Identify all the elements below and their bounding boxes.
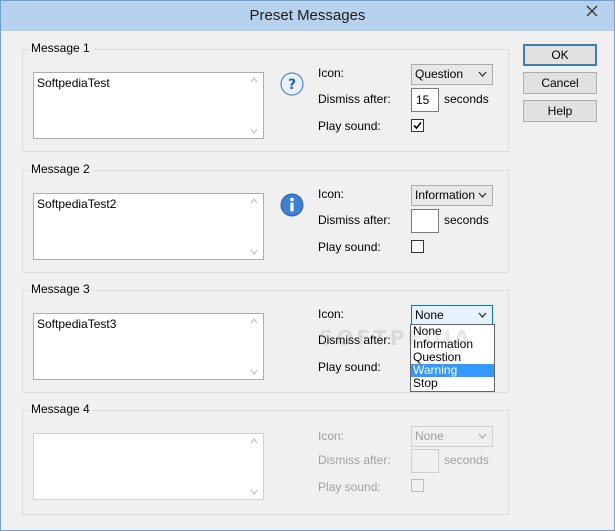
select-value: None [415,429,444,443]
question-icon: ? [280,72,304,96]
message-1-group: Message 1 SoftpediaTest ? Icon: Question… [22,41,509,152]
sound-label: Play sound: [318,360,381,374]
seconds-label: seconds [444,453,489,467]
icon-select-4[interactable]: None [411,426,493,447]
scroll-up-icon [250,77,258,83]
check-icon [413,121,422,130]
group-label: Message 2 [28,162,93,176]
close-icon [586,5,598,17]
chevron-down-icon [478,433,487,439]
icon-label: Icon: [318,187,345,201]
chevron-down-icon [478,192,487,198]
select-value: None [415,308,444,322]
play-sound-checkbox-1[interactable] [411,119,424,132]
icon-label: Icon: [318,429,345,443]
textarea-scrollbar[interactable] [246,314,263,379]
textarea-scrollbar[interactable] [246,434,263,499]
seconds-label: seconds [444,213,489,227]
scroll-down-icon [250,249,258,255]
textarea-scrollbar[interactable] [246,73,263,138]
play-sound-checkbox-2[interactable] [411,240,424,253]
scroll-down-icon [250,489,258,495]
title-bar: Preset Messages [1,1,614,31]
message-3-textarea[interactable]: SoftpediaTest3 [33,313,264,380]
scroll-up-icon [250,318,258,324]
ok-button[interactable]: OK [523,44,597,66]
dismiss-input-1[interactable]: 15 [411,88,439,112]
icon-select-2[interactable]: Information [411,185,493,206]
close-button[interactable] [576,1,608,21]
icon-label: Icon: [318,66,345,80]
select-value: Question [415,67,464,81]
play-sound-checkbox-4[interactable] [411,479,424,492]
dismiss-input-4[interactable] [411,449,439,473]
group-label: Message 3 [28,282,93,296]
cancel-button[interactable]: Cancel [523,72,597,94]
information-icon [280,193,304,217]
select-value: Information [415,188,476,202]
message-1-textarea[interactable]: SoftpediaTest [33,72,264,139]
sound-label: Play sound: [318,119,381,133]
sound-label: Play sound: [318,240,381,254]
icon-label: Icon: [318,307,345,321]
dismiss-label: Dismiss after: [318,213,391,227]
scroll-down-icon [250,369,258,375]
watermark: SOFTPEDIA [319,326,473,350]
dropdown-option-stop[interactable]: Stop [411,377,494,390]
icon-select-1[interactable]: Question [411,64,493,85]
icon-select-3[interactable]: None [411,305,493,326]
seconds-label: seconds [444,92,489,106]
message-text: SoftpediaTest2 [37,197,117,211]
scroll-up-icon [250,198,258,204]
scroll-down-icon [250,128,258,134]
chevron-down-icon [478,71,487,77]
dismiss-label: Dismiss after: [318,92,391,106]
message-4-group: Message 4 Icon: None Dismiss after: seco… [22,402,509,515]
preset-messages-dialog: Preset Messages Message 1 SoftpediaTest … [0,0,615,531]
help-button[interactable]: Help [523,100,597,122]
message-4-textarea[interactable] [33,433,264,500]
sound-label: Play sound: [318,480,381,494]
dismiss-label: Dismiss after: [318,453,391,467]
dismiss-input-2[interactable] [411,209,439,233]
chevron-down-icon [478,312,487,318]
textarea-scrollbar[interactable] [246,194,263,259]
scroll-up-icon [250,438,258,444]
window-title: Preset Messages [249,7,366,24]
svg-text:?: ? [288,77,296,93]
dismiss-value: 15 [416,93,430,107]
group-label: Message 4 [28,402,93,416]
message-text: SoftpediaTest [37,76,110,90]
message-text: SoftpediaTest3 [37,317,117,331]
message-2-group: Message 2 SoftpediaTest2 Icon: Informati… [22,162,509,273]
group-label: Message 1 [28,41,93,55]
message-2-textarea[interactable]: SoftpediaTest2 [33,193,264,260]
